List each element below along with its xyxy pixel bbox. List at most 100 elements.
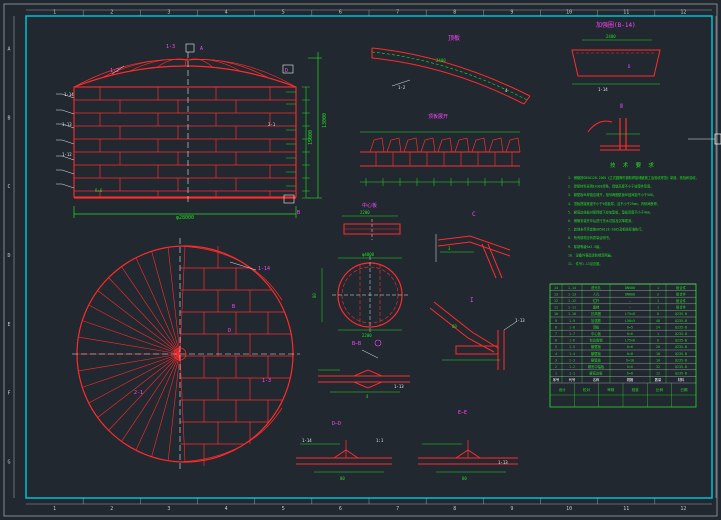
table-cell: Q235-B <box>675 312 687 316</box>
table-footer-cell: 批准 <box>632 387 640 392</box>
roof-rib <box>187 59 297 88</box>
note-line: 9. 除锈等级Sa2.5级。 <box>568 244 602 249</box>
table-cell: 10 <box>554 312 558 316</box>
parts-table: 14 1-14 透光孔 DN500 1 组合件13 1-13 人孔 DN600 2 组合件12 1-1… <box>549 283 697 408</box>
shell-note: δ=6 <box>95 188 103 193</box>
grid-bottom-label: 8 <box>453 506 456 512</box>
roof-arc <box>73 65 297 88</box>
left-leader <box>61 169 75 175</box>
table-cell: 组合件 <box>676 285 687 290</box>
table-footer-cell: 校对 <box>583 387 591 392</box>
grid-bottom-label: 9 <box>510 506 513 512</box>
table-cell: 规格 <box>627 377 634 382</box>
plan-ray <box>179 353 186 463</box>
table-cell: 1-5 <box>569 345 575 349</box>
section-ee-label: 1-13 <box>498 460 508 465</box>
grid-top-label: 8 <box>453 10 456 16</box>
table-cell: — <box>629 299 631 303</box>
table-cell: δ=8 <box>627 352 633 356</box>
table-cell: Q235-B <box>675 352 687 356</box>
table-cell: 6 <box>555 339 557 343</box>
table-cell: 2 <box>555 365 557 369</box>
table-cell: 罐底边板 <box>589 371 603 376</box>
table-cell: Q235-B <box>675 365 687 369</box>
section-c-title: C <box>472 211 476 218</box>
left-leader <box>61 183 75 189</box>
plan-label-d: 1-3 <box>262 378 271 384</box>
plan-ray <box>179 245 186 355</box>
stiffener-note: 1-14 <box>598 87 608 92</box>
table-cell: 10 <box>656 352 660 356</box>
table-cell: 3 <box>555 358 557 362</box>
section-bb-title: B—B <box>352 341 361 347</box>
tank-height-dim: 13000 <box>322 113 328 128</box>
table-cell: 1-10 <box>568 312 576 316</box>
left-leader <box>61 139 75 145</box>
section-i-label: 1-13 <box>515 318 525 323</box>
table-cell: 1-7 <box>569 332 575 336</box>
table-cell: 1-4 <box>569 352 575 356</box>
section-dd-label-left: 1-14 <box>302 438 312 443</box>
shell-height-dim: 15000 <box>308 130 314 145</box>
grid-reference-top: 112233445566778899101011111212 <box>53 10 686 513</box>
grid-top-label: 4 <box>225 10 228 16</box>
table-cell: δ=5 <box>627 325 633 329</box>
table-cell: 1-2 <box>569 365 575 369</box>
table-cell: DN600 <box>625 292 635 296</box>
table-cell: 1-3 <box>569 358 575 362</box>
grid-bottom-label: 5 <box>282 506 285 512</box>
tank-elevation: φ28000 13000 15000 1-2 1-3 A 1-14 1-13 1… <box>56 43 328 221</box>
table-cell: 罐壁板 <box>591 344 602 349</box>
table-cell: δ=6 <box>627 345 633 349</box>
strip-plate <box>471 137 487 153</box>
table-cell: Q235-B <box>675 325 687 329</box>
plan-ray <box>121 266 181 355</box>
table-cell: 序号 <box>553 377 560 382</box>
grid-side-label: G <box>7 460 10 466</box>
grid-bottom-label: 12 <box>680 506 686 512</box>
plan-label-b: B <box>232 304 235 310</box>
center-plate-dim-1: 2200 <box>360 210 370 215</box>
center-plate-dim-2: φ4000 <box>362 252 375 257</box>
grid-side-label: F <box>7 391 10 397</box>
table-cell: 名称 <box>593 377 600 382</box>
strip-plate <box>369 137 385 153</box>
strip-plate <box>386 137 402 153</box>
note-line: 6. 储罐安装完毕后进行充水试验及沉降观测。 <box>568 218 634 223</box>
note-line: 7. 其他未尽事宜按GB50128-2005及相关标准执行。 <box>568 227 645 232</box>
section-c: C 3 <box>435 211 511 279</box>
table-cell: Q235-B <box>675 339 687 343</box>
plan-label-a: 1-14 <box>258 266 270 272</box>
section-ii: 顶板展开 <box>360 113 521 186</box>
left-leader <box>61 109 75 115</box>
grid-bottom-label: 1 <box>53 506 56 512</box>
sheet-border <box>3 3 718 517</box>
strip-plate <box>403 137 419 153</box>
grid-top-label: 2 <box>110 10 113 16</box>
table-cell: 14 <box>554 286 558 290</box>
part-label-h: B <box>297 210 300 216</box>
plan-ray <box>135 257 181 355</box>
table-cell: 1-12 <box>568 299 576 303</box>
table-cell: 10 <box>656 358 660 362</box>
section-dd-title: D—D <box>332 421 341 427</box>
grid-side-label: B <box>7 115 10 121</box>
table-cell: 8 <box>555 325 557 329</box>
top-plate-dim: 2400 <box>436 58 446 63</box>
section-i-title: I <box>470 297 474 304</box>
note-line: 1. 储罐按GB50128-2005《立式圆筒形钢制焊接储罐施工及验收规范》制造… <box>568 175 699 180</box>
section-dd-dim: 80 <box>340 476 345 481</box>
plan-ray <box>121 353 181 442</box>
section-dd-label-right: 1:1 <box>376 438 384 443</box>
grid-bottom-label: 11 <box>623 506 629 512</box>
section-dd: D—D 80 1-14 1:1 <box>296 421 392 481</box>
note-line: 4. 顶板搭接宽度不小于5倍板厚，且不小于25mm，内侧间断焊。 <box>568 201 660 206</box>
grid-side-label: E <box>7 322 10 328</box>
table-cell: 1 <box>657 286 659 290</box>
strip-plate <box>420 137 436 153</box>
strip-plate <box>454 137 470 153</box>
table-cell: 1-13 <box>568 292 576 296</box>
node-detail: Ⅱ <box>587 103 640 151</box>
table-cell: Q235-B <box>675 358 687 362</box>
grid-side-label: D <box>7 253 10 259</box>
